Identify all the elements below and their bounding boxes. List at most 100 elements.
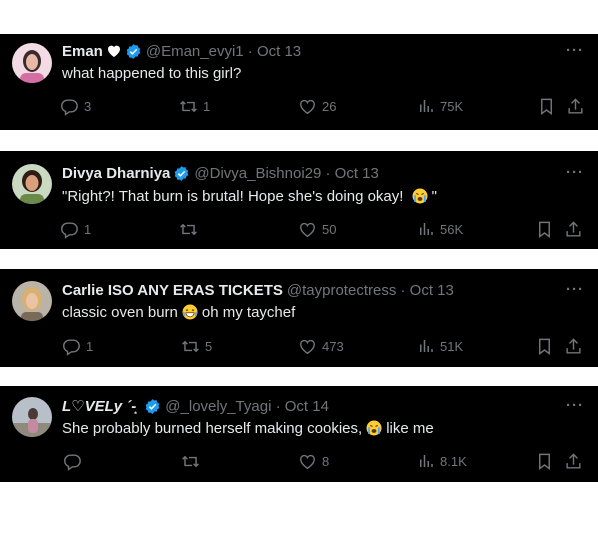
tweet-text-main: She probably burned herself making cooki… bbox=[62, 419, 363, 437]
reply-count: 1 bbox=[84, 222, 92, 237]
like-icon bbox=[298, 452, 317, 471]
tweet-text-end: like me bbox=[386, 419, 434, 437]
verified-badge-icon[interactable] bbox=[125, 43, 142, 60]
views-button[interactable]: 8.1K bbox=[417, 452, 467, 470]
handle-and-date[interactable]: @Eman_evyi1 · Oct 13 bbox=[146, 43, 301, 60]
like-count: 8 bbox=[322, 454, 330, 469]
bookmark-button[interactable] bbox=[537, 97, 556, 116]
bookmark-button[interactable] bbox=[535, 452, 554, 471]
like-button[interactable]: 50 bbox=[298, 220, 336, 239]
views-count: 51K bbox=[440, 338, 464, 354]
avatar-image bbox=[12, 281, 52, 321]
bookmark-icon bbox=[535, 220, 554, 239]
bookmark-icon bbox=[535, 452, 554, 471]
share-icon bbox=[564, 220, 583, 239]
like-count: 26 bbox=[322, 99, 337, 114]
avatar-image bbox=[12, 43, 52, 83]
more-options-icon[interactable]: ··· bbox=[566, 397, 584, 414]
bookmark-button[interactable] bbox=[535, 337, 554, 356]
share-button[interactable] bbox=[564, 452, 583, 471]
tweet-header: L♡VELy ´-͙ @_lovely_Tyagi · Oct 14 bbox=[62, 396, 329, 416]
avatar-image bbox=[12, 397, 52, 437]
like-count: 473 bbox=[322, 339, 344, 354]
like-icon bbox=[298, 97, 317, 116]
display-name[interactable]: L♡VELy ´-͙ bbox=[62, 397, 136, 415]
retweet-icon bbox=[179, 220, 198, 239]
views-button[interactable]: 51K bbox=[417, 337, 463, 355]
tweet-text-main: classic oven burn bbox=[62, 303, 178, 321]
reply-button[interactable]: 3 bbox=[60, 97, 91, 116]
reply-button[interactable] bbox=[63, 452, 87, 471]
tweet-card[interactable]: Carlie ISO ANY ERAS TICKETS @tayprotectr… bbox=[0, 269, 598, 367]
like-button[interactable]: 8 bbox=[298, 452, 329, 471]
reply-icon bbox=[60, 97, 79, 116]
grinning-sweat-emoji-icon bbox=[181, 303, 199, 321]
display-name[interactable]: Divya Dharniya bbox=[62, 165, 170, 182]
views-count: 56K bbox=[440, 221, 464, 237]
tweet-card[interactable]: Divya Dharniya @Divya_Bishnoi29 · Oct 13… bbox=[0, 151, 598, 249]
tweet-text: what happened to this girl? bbox=[62, 65, 242, 82]
like-icon bbox=[298, 220, 317, 239]
views-button[interactable]: 56K bbox=[417, 220, 463, 238]
tweet-text-main: "Right?! That burn is brutal! Hope she's… bbox=[62, 187, 408, 205]
like-button[interactable]: 26 bbox=[298, 97, 336, 116]
views-icon bbox=[417, 220, 435, 238]
tweet-text-end: " bbox=[431, 187, 437, 205]
handle-and-date[interactable]: @tayprotectress · Oct 13 bbox=[287, 282, 454, 299]
views-icon bbox=[417, 97, 435, 115]
reply-count: 1 bbox=[86, 339, 94, 354]
retweet-count: 1 bbox=[203, 99, 211, 114]
bookmark-icon bbox=[537, 97, 556, 116]
retweet-button[interactable] bbox=[179, 220, 203, 239]
avatar[interactable] bbox=[12, 281, 52, 321]
more-options-icon[interactable]: ··· bbox=[566, 281, 584, 298]
avatar[interactable] bbox=[12, 164, 52, 204]
display-name[interactable]: Eman bbox=[62, 43, 103, 60]
retweet-button[interactable]: 5 bbox=[181, 337, 212, 356]
share-icon bbox=[564, 452, 583, 471]
tweet-text: She probably burned herself making cooki… bbox=[62, 419, 434, 437]
bookmark-button[interactable] bbox=[535, 220, 554, 239]
verified-badge-icon[interactable] bbox=[173, 165, 190, 182]
share-button[interactable] bbox=[564, 337, 583, 356]
views-count: 8.1K bbox=[440, 453, 467, 469]
avatar-image bbox=[12, 164, 52, 204]
tweet-card[interactable]: L♡VELy ´-͙ @_lovely_Tyagi · Oct 14 ··· S… bbox=[0, 386, 598, 482]
more-options-icon[interactable]: ··· bbox=[566, 42, 584, 59]
handle-and-date[interactable]: @Divya_Bishnoi29 · Oct 13 bbox=[194, 165, 378, 182]
retweet-count: 5 bbox=[205, 339, 213, 354]
reply-icon bbox=[60, 220, 79, 239]
reply-button[interactable]: 1 bbox=[60, 220, 91, 239]
views-count: 75K bbox=[440, 98, 464, 114]
views-icon bbox=[417, 452, 435, 470]
tweet-card[interactable]: Eman @Eman_evyi1 · Oct 13 ··· what happe… bbox=[0, 34, 598, 130]
reply-count: 3 bbox=[84, 99, 92, 114]
retweet-button[interactable] bbox=[181, 452, 205, 471]
tweet-header: Eman @Eman_evyi1 · Oct 13 bbox=[62, 41, 301, 61]
tweet-header: Divya Dharniya @Divya_Bishnoi29 · Oct 13 bbox=[62, 163, 379, 183]
avatar[interactable] bbox=[12, 397, 52, 437]
tweet-text: classic oven burn oh my taychef bbox=[62, 303, 295, 321]
views-button[interactable]: 75K bbox=[417, 97, 463, 115]
reply-icon bbox=[63, 452, 82, 471]
share-icon bbox=[564, 337, 583, 356]
avatar[interactable] bbox=[12, 43, 52, 83]
tweet-text-end: oh my taychef bbox=[201, 303, 296, 321]
retweet-icon bbox=[179, 97, 198, 116]
views-icon bbox=[417, 337, 435, 355]
share-button[interactable] bbox=[566, 97, 585, 116]
share-button[interactable] bbox=[564, 220, 583, 239]
like-icon bbox=[298, 337, 317, 356]
tweet-header: Carlie ISO ANY ERAS TICKETS @tayprotectr… bbox=[62, 280, 454, 300]
reply-icon bbox=[62, 337, 81, 356]
display-name[interactable]: Carlie ISO ANY ERAS TICKETS bbox=[62, 282, 283, 299]
more-options-icon[interactable]: ··· bbox=[566, 164, 584, 181]
crying-face-emoji-icon bbox=[365, 419, 383, 437]
share-icon bbox=[566, 97, 585, 116]
verified-badge-icon[interactable] bbox=[144, 398, 161, 415]
crying-face-emoji-icon bbox=[411, 187, 429, 205]
like-button[interactable]: 473 bbox=[298, 337, 344, 356]
handle-and-date[interactable]: @_lovely_Tyagi · Oct 14 bbox=[165, 398, 329, 415]
reply-button[interactable]: 1 bbox=[62, 337, 93, 356]
retweet-button[interactable]: 1 bbox=[179, 97, 210, 116]
